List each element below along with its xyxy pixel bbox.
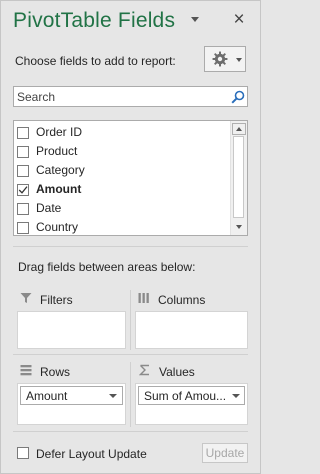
- columns-area-header: Columns: [138, 290, 248, 310]
- chevron-down-icon: [232, 394, 240, 398]
- filter-icon: [20, 293, 32, 303]
- search-icon[interactable]: [231, 90, 245, 104]
- area-divider-vertical: [130, 362, 131, 427]
- field-checkbox[interactable]: [17, 203, 29, 215]
- rows-field-label: Amount: [26, 389, 68, 403]
- gear-icon: [212, 51, 228, 67]
- filters-area-header: Filters: [20, 290, 120, 310]
- scroll-thumb[interactable]: [233, 136, 244, 218]
- defer-layout-update-checkbox[interactable]: [17, 447, 29, 459]
- search-input[interactable]: [17, 89, 222, 104]
- field-label: Order ID: [36, 125, 83, 139]
- drag-fields-label: Drag fields between areas below:: [18, 260, 196, 274]
- columns-icon: [138, 293, 149, 303]
- scroll-down-arrow-icon[interactable]: [232, 221, 246, 233]
- field-checkbox[interactable]: [17, 127, 29, 139]
- rows-label: Rows: [40, 365, 71, 379]
- columns-drop-area[interactable]: [135, 311, 248, 349]
- field-label: Date: [36, 201, 62, 215]
- rows-icon: [20, 365, 32, 376]
- filters-drop-area[interactable]: [17, 311, 126, 349]
- field-label: Category: [36, 163, 85, 177]
- chevron-down-icon: [236, 58, 242, 62]
- filters-label: Filters: [40, 293, 73, 307]
- field-item-amount[interactable]: Amount: [14, 180, 229, 199]
- pivottable-fields-pane: PivotTable Fields × Choose fields to add…: [0, 0, 261, 474]
- field-checkbox[interactable]: [17, 184, 29, 196]
- values-field-label: Sum of Amou...: [144, 389, 227, 403]
- sigma-icon: [139, 364, 149, 376]
- close-button[interactable]: ×: [231, 10, 247, 29]
- field-label: Country: [36, 220, 79, 234]
- field-checkbox[interactable]: [17, 165, 29, 177]
- field-label: Amount: [36, 182, 82, 196]
- area-divider-horizontal: [13, 354, 248, 355]
- section-divider: [13, 246, 248, 247]
- field-label: Product: [36, 144, 78, 158]
- field-checkbox[interactable]: [17, 222, 29, 234]
- field-item-order-id[interactable]: Order ID: [14, 123, 229, 142]
- chevron-down-icon: [109, 394, 117, 398]
- field-item-date[interactable]: Date: [14, 199, 229, 218]
- pane-options-dropdown-icon[interactable]: [191, 17, 199, 22]
- update-button[interactable]: Update: [202, 443, 248, 463]
- values-area-header: Values: [139, 362, 249, 382]
- columns-label: Columns: [158, 293, 206, 307]
- checkmark-icon: [18, 186, 28, 194]
- area-divider-vertical: [130, 290, 131, 350]
- field-list: Order ID Product Category Amount Date Co…: [13, 120, 248, 236]
- values-label: Values: [159, 365, 195, 379]
- rows-area-header: Rows: [20, 362, 120, 382]
- values-field-chip[interactable]: Sum of Amou...: [138, 386, 245, 405]
- field-item-country[interactable]: Country: [14, 218, 229, 235]
- field-checkbox[interactable]: [17, 146, 29, 158]
- field-list-scrollbar[interactable]: [230, 121, 247, 235]
- field-item-product[interactable]: Product: [14, 142, 229, 161]
- search-box[interactable]: [13, 86, 248, 107]
- pane-title: PivotTable Fields: [13, 9, 176, 32]
- choose-fields-label: Choose fields to add to report:: [15, 54, 176, 68]
- field-item-category[interactable]: Category: [14, 161, 229, 180]
- rows-drop-area[interactable]: Amount: [17, 383, 126, 425]
- scroll-up-arrow-icon[interactable]: [232, 123, 246, 135]
- defer-layout-update-label: Defer Layout Update: [36, 447, 147, 461]
- rows-field-chip[interactable]: Amount: [20, 386, 123, 405]
- tools-button[interactable]: [204, 46, 246, 72]
- footer-divider: [13, 431, 248, 432]
- values-drop-area[interactable]: Sum of Amou...: [135, 383, 248, 425]
